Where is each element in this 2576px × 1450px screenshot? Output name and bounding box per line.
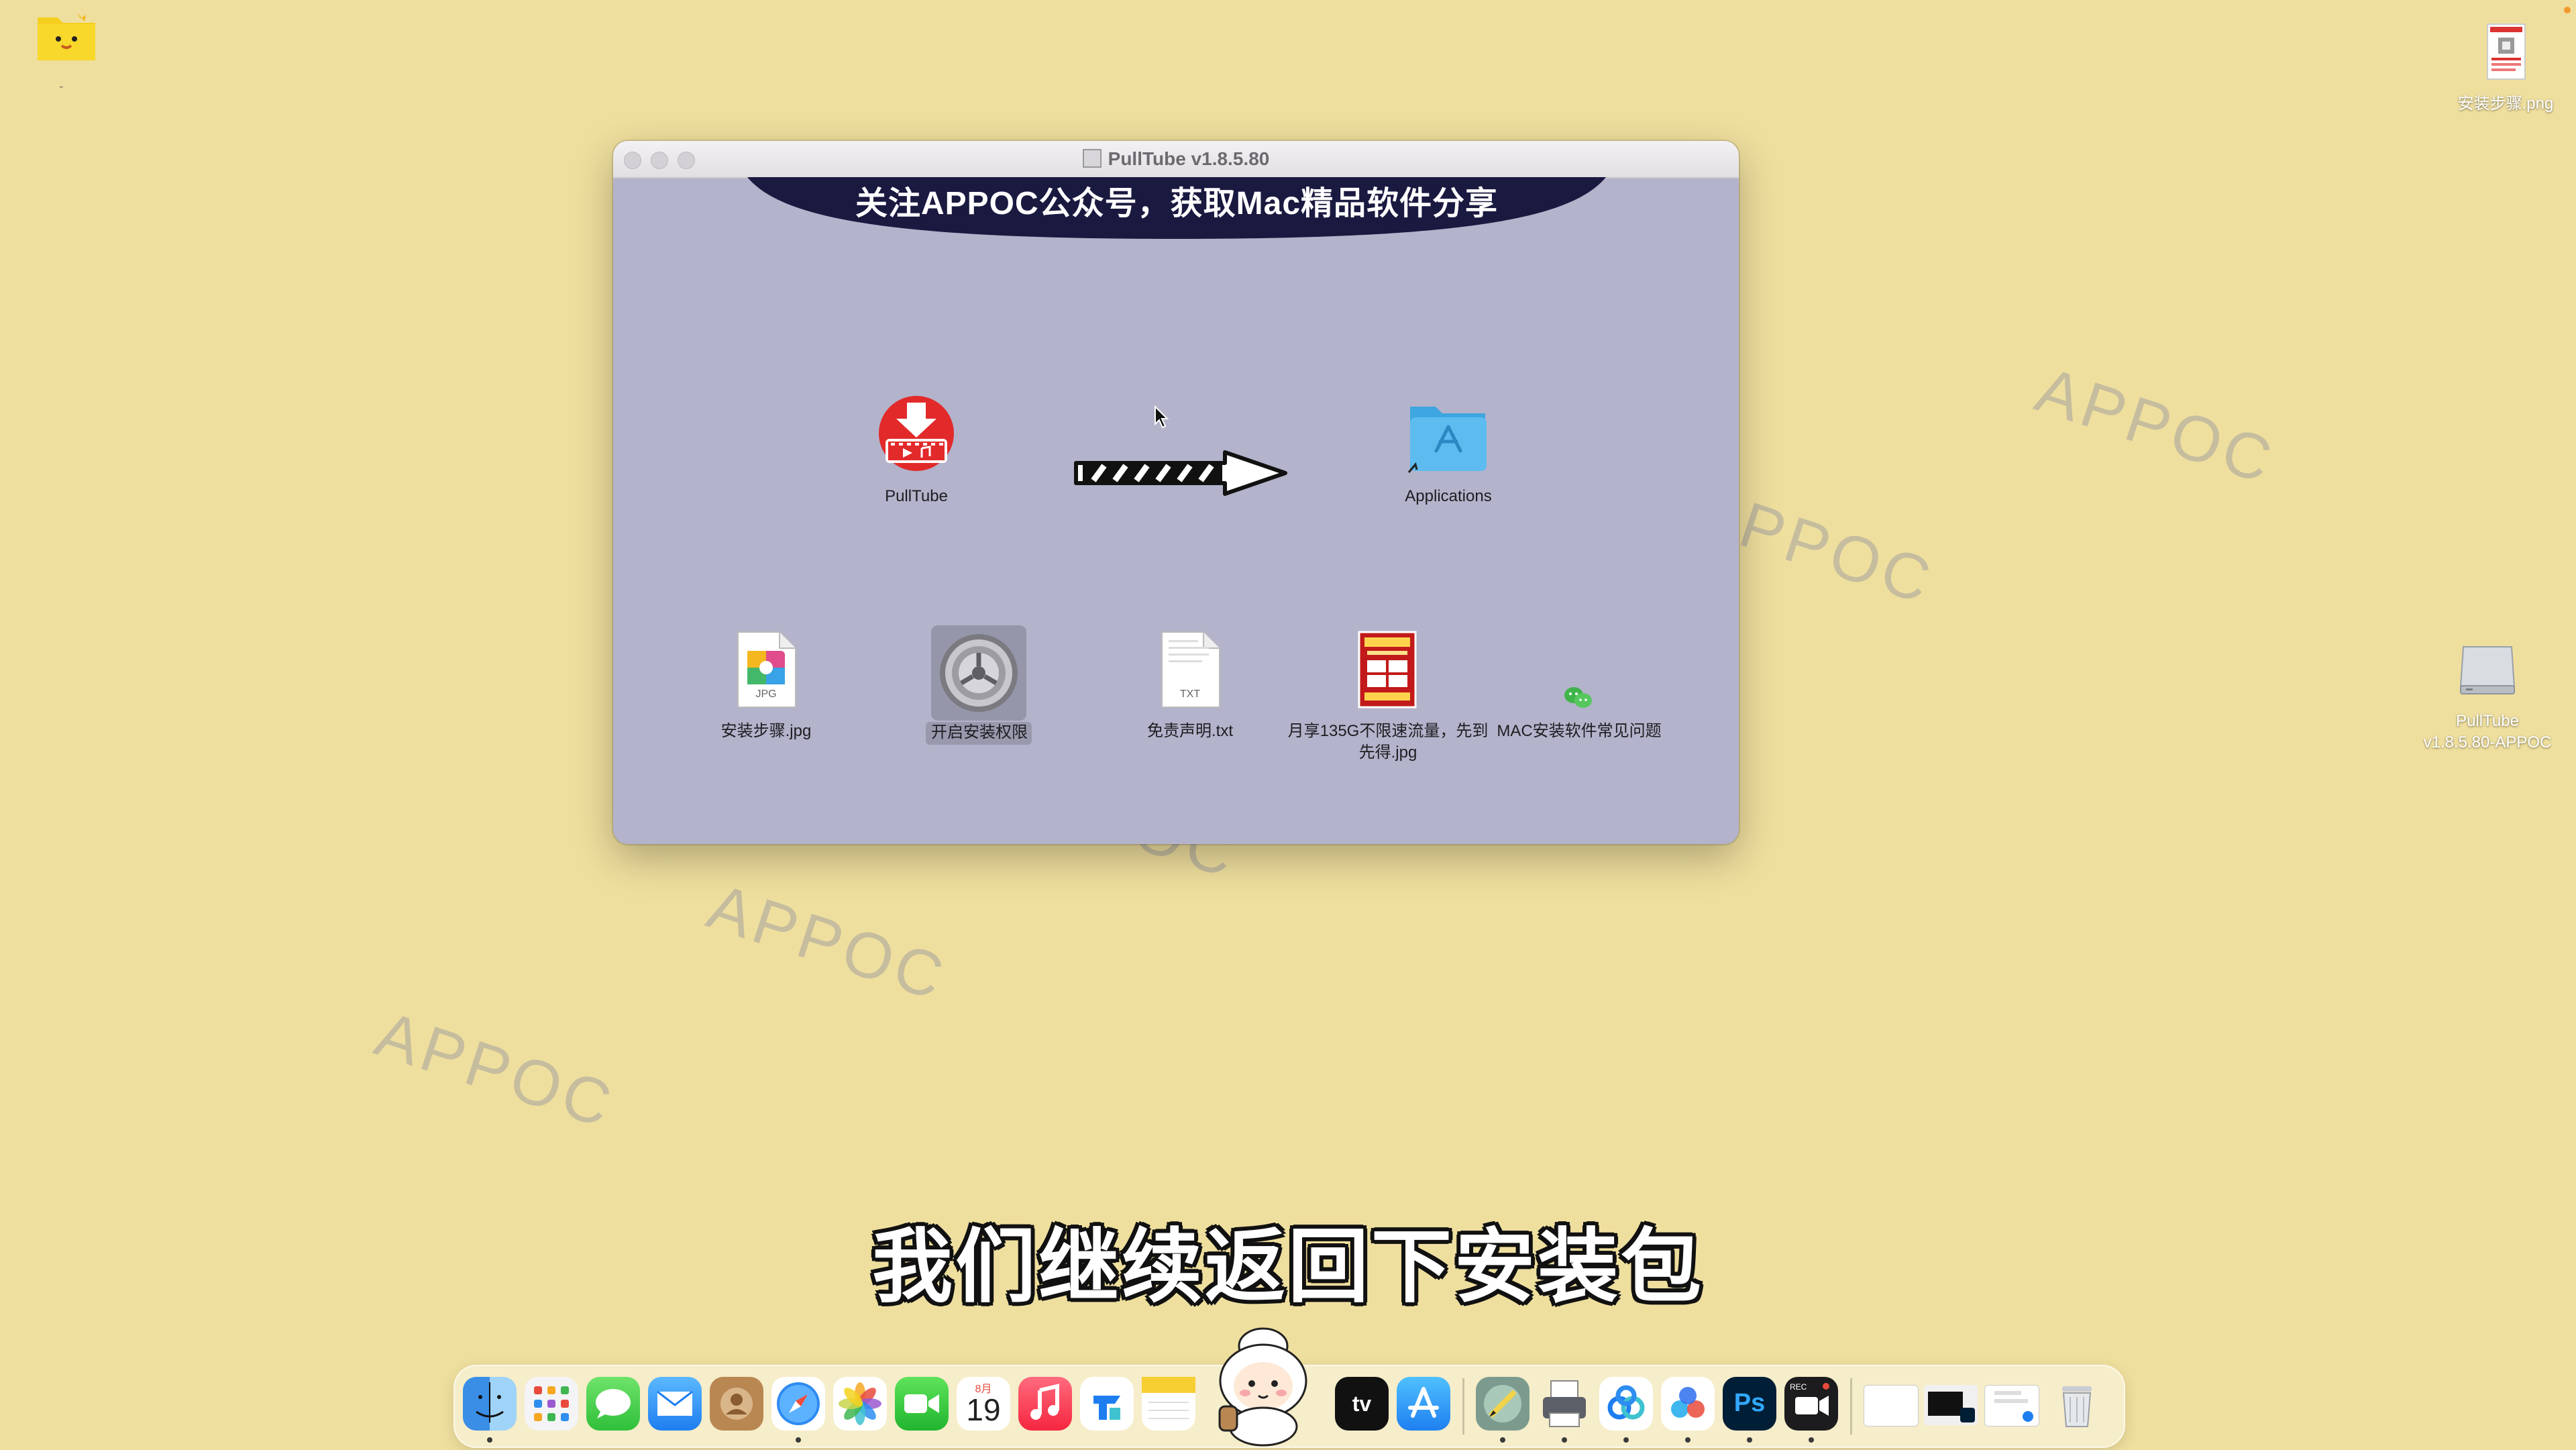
- contacts-icon[interactable]: [710, 1377, 763, 1431]
- printer-icon[interactable]: [1538, 1377, 1591, 1431]
- music-icon[interactable]: [1018, 1377, 1072, 1431]
- calendar-icon[interactable]: 8月 19: [957, 1377, 1010, 1431]
- desktop-folder-label: -: [59, 79, 64, 94]
- finder-running-dot: [487, 1437, 492, 1443]
- window-title: PullTube v1.8.5.80: [613, 141, 1739, 177]
- finder-icon[interactable]: [463, 1377, 517, 1431]
- traffic-promo-jpg-icon[interactable]: [1358, 631, 1417, 709]
- dock-separator: [1462, 1378, 1464, 1435]
- disk-image-icon[interactable]: [2457, 639, 2518, 701]
- photoshop-running-dot: [1747, 1437, 1752, 1443]
- recent-doc-thumbnail[interactable]: [1864, 1385, 1919, 1427]
- applications-folder-label: Applications: [1405, 487, 1492, 505]
- safari-icon[interactable]: [771, 1377, 825, 1431]
- drag-arrow-graphic: [1073, 450, 1288, 497]
- disclaimer-txt-icon[interactable]: TXT: [1158, 631, 1222, 709]
- watermark: APPOC: [699, 870, 955, 1015]
- photoshop-label: Ps: [1733, 1389, 1766, 1417]
- printer-running-dot: [1562, 1437, 1567, 1443]
- launchpad-icon[interactable]: [525, 1377, 578, 1431]
- tencent-app-icon[interactable]: [1080, 1377, 1134, 1431]
- cloud-drive-icon[interactable]: [1599, 1377, 1653, 1431]
- promo-banner: 关注APPOC公众号，获取Mac精品软件分享: [747, 177, 1606, 239]
- sync-app-running-dot: [1685, 1437, 1690, 1443]
- watermark: PPOC: [1731, 488, 1943, 619]
- trash-icon[interactable]: [2050, 1377, 2104, 1431]
- banner-text: 关注APPOC公众号，获取Mac精品软件分享: [855, 186, 1499, 221]
- desktop-folder-icon[interactable]: [35, 8, 98, 64]
- mac-faq-label: MAC安装软件常见问题: [1497, 722, 1662, 740]
- facetime-icon[interactable]: [895, 1377, 949, 1431]
- desktop-file-png-icon[interactable]: [2486, 23, 2526, 81]
- window-title-text: PullTube v1.8.5.80: [1108, 148, 1270, 169]
- safari-running-dot: [796, 1437, 801, 1443]
- messages-icon[interactable]: [586, 1377, 640, 1431]
- install-steps-jpg-label: 安装步骤.jpg: [720, 722, 812, 740]
- disk-image-small-icon: [1082, 149, 1102, 168]
- txt-badge: TXT: [1179, 688, 1201, 700]
- recent-image-thumbnail[interactable]: [1984, 1385, 2039, 1427]
- disk-image-label-line2: v1.8.5.80-APPOC: [2423, 733, 2552, 752]
- screen-recorder-icon[interactable]: REC: [1784, 1377, 1838, 1431]
- traffic-promo-jpg-label-line1: 月享135G不限速流量，先到: [1287, 722, 1489, 740]
- photos-icon[interactable]: [833, 1377, 887, 1431]
- jpg-badge: JPG: [755, 688, 777, 700]
- dmg-window: PullTube v1.8.5.80 关注APPOC公众号，获取Mac精品软件分…: [613, 141, 1739, 844]
- video-subtitle: 我们继续返回下安装包: [872, 1221, 1704, 1314]
- status-indicator-dot: [2564, 7, 2571, 13]
- applications-folder-icon[interactable]: [1407, 400, 1489, 474]
- window-titlebar[interactable]: PullTube v1.8.5.80: [613, 141, 1739, 178]
- apple-tv-icon[interactable]: tv: [1335, 1377, 1389, 1431]
- script-editor-icon[interactable]: [1476, 1377, 1529, 1431]
- pulltube-app-icon[interactable]: [877, 395, 955, 472]
- script-editor-running-dot: [1500, 1437, 1505, 1443]
- cloud-drive-running-dot: [1623, 1437, 1629, 1443]
- enable-install-permission-icon[interactable]: [938, 632, 1020, 714]
- disk-image-label-line1: PullTube: [2456, 712, 2519, 730]
- desktop-file-png-label: 安装步骤.png: [2457, 95, 2554, 113]
- dock-separator: [1850, 1378, 1852, 1435]
- mascot-sticker: [1213, 1319, 1313, 1447]
- screen-recorder-running-dot: [1809, 1437, 1814, 1443]
- mouse-cursor: [1154, 405, 1170, 429]
- watermark: APPOC: [2027, 354, 2284, 498]
- mail-icon[interactable]: [648, 1377, 702, 1431]
- watermark: APPOC: [367, 998, 623, 1142]
- sync-app-icon[interactable]: [1661, 1377, 1715, 1431]
- recent-psd-thumbnail[interactable]: [1924, 1385, 1978, 1425]
- pulltube-app-label: PullTube: [885, 487, 948, 505]
- app-store-icon[interactable]: [1397, 1377, 1450, 1431]
- disclaimer-txt-label: 免责声明.txt: [1146, 722, 1233, 740]
- notes-icon[interactable]: [1142, 1377, 1195, 1431]
- traffic-promo-jpg-label-line2: 先得.jpg: [1358, 743, 1417, 762]
- dock: 8月 19 tv Ps REC: [453, 1327, 2125, 1448]
- install-steps-jpg-icon[interactable]: JPG: [734, 631, 798, 709]
- wechat-icon[interactable]: [1562, 684, 1595, 711]
- calendar-day: 19: [966, 1392, 1001, 1427]
- apple-tv-label: tv: [1352, 1392, 1372, 1416]
- photoshop-icon[interactable]: Ps: [1723, 1377, 1776, 1431]
- enable-install-permission-label: 开启安装权限: [931, 723, 1028, 741]
